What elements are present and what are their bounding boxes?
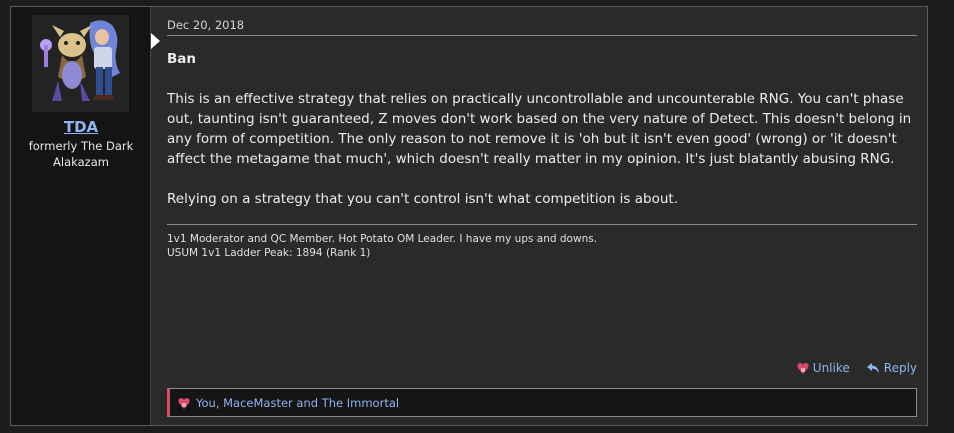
sidebar-arrow-icon	[151, 33, 160, 49]
reply-arrow-icon	[866, 363, 879, 373]
reply-button[interactable]: Reply	[866, 361, 917, 375]
divider	[167, 35, 917, 36]
post-sidebar: TDA formerly The Dark Alakazam	[11, 7, 151, 425]
post-paragraph: This is an effective strategy that relie…	[167, 91, 912, 167]
user-signature: 1v1 Moderator and QC Member. Hot Potato …	[167, 232, 597, 260]
heart-hand-icon	[797, 363, 809, 374]
signature-line: 1v1 Moderator and QC Member. Hot Potato …	[167, 233, 598, 245]
username-link[interactable]: TDA	[11, 118, 151, 136]
forum-post: TDA formerly The Dark Alakazam Dec 20, 2…	[10, 6, 928, 426]
unlike-label: Unlike	[812, 361, 850, 375]
user-avatar[interactable]	[32, 15, 129, 112]
post-content: Ban This is an effective strategy that r…	[167, 49, 917, 209]
avatar-sprite-icon	[32, 15, 129, 112]
post-vote: Ban	[167, 51, 197, 67]
likes-text[interactable]: You, MaceMaster and The Immortal	[196, 396, 399, 410]
signature-divider	[167, 224, 917, 225]
signature-line: USUM 1v1 Ladder Peak: 1894 (Rank 1)	[167, 247, 371, 259]
heart-hand-icon	[178, 397, 190, 409]
post-actions: Unlike Reply	[797, 361, 917, 375]
reply-label: Reply	[883, 361, 917, 375]
unlike-button[interactable]: Unlike	[797, 361, 850, 375]
post-main: Dec 20, 2018 Ban This is an effective st…	[167, 7, 917, 425]
likes-summary: You, MaceMaster and The Immortal	[167, 388, 917, 417]
user-title: formerly The Dark Alakazam	[28, 139, 134, 169]
post-paragraph: Relying on a strategy that you can't con…	[167, 191, 679, 207]
post-date[interactable]: Dec 20, 2018	[167, 18, 244, 32]
